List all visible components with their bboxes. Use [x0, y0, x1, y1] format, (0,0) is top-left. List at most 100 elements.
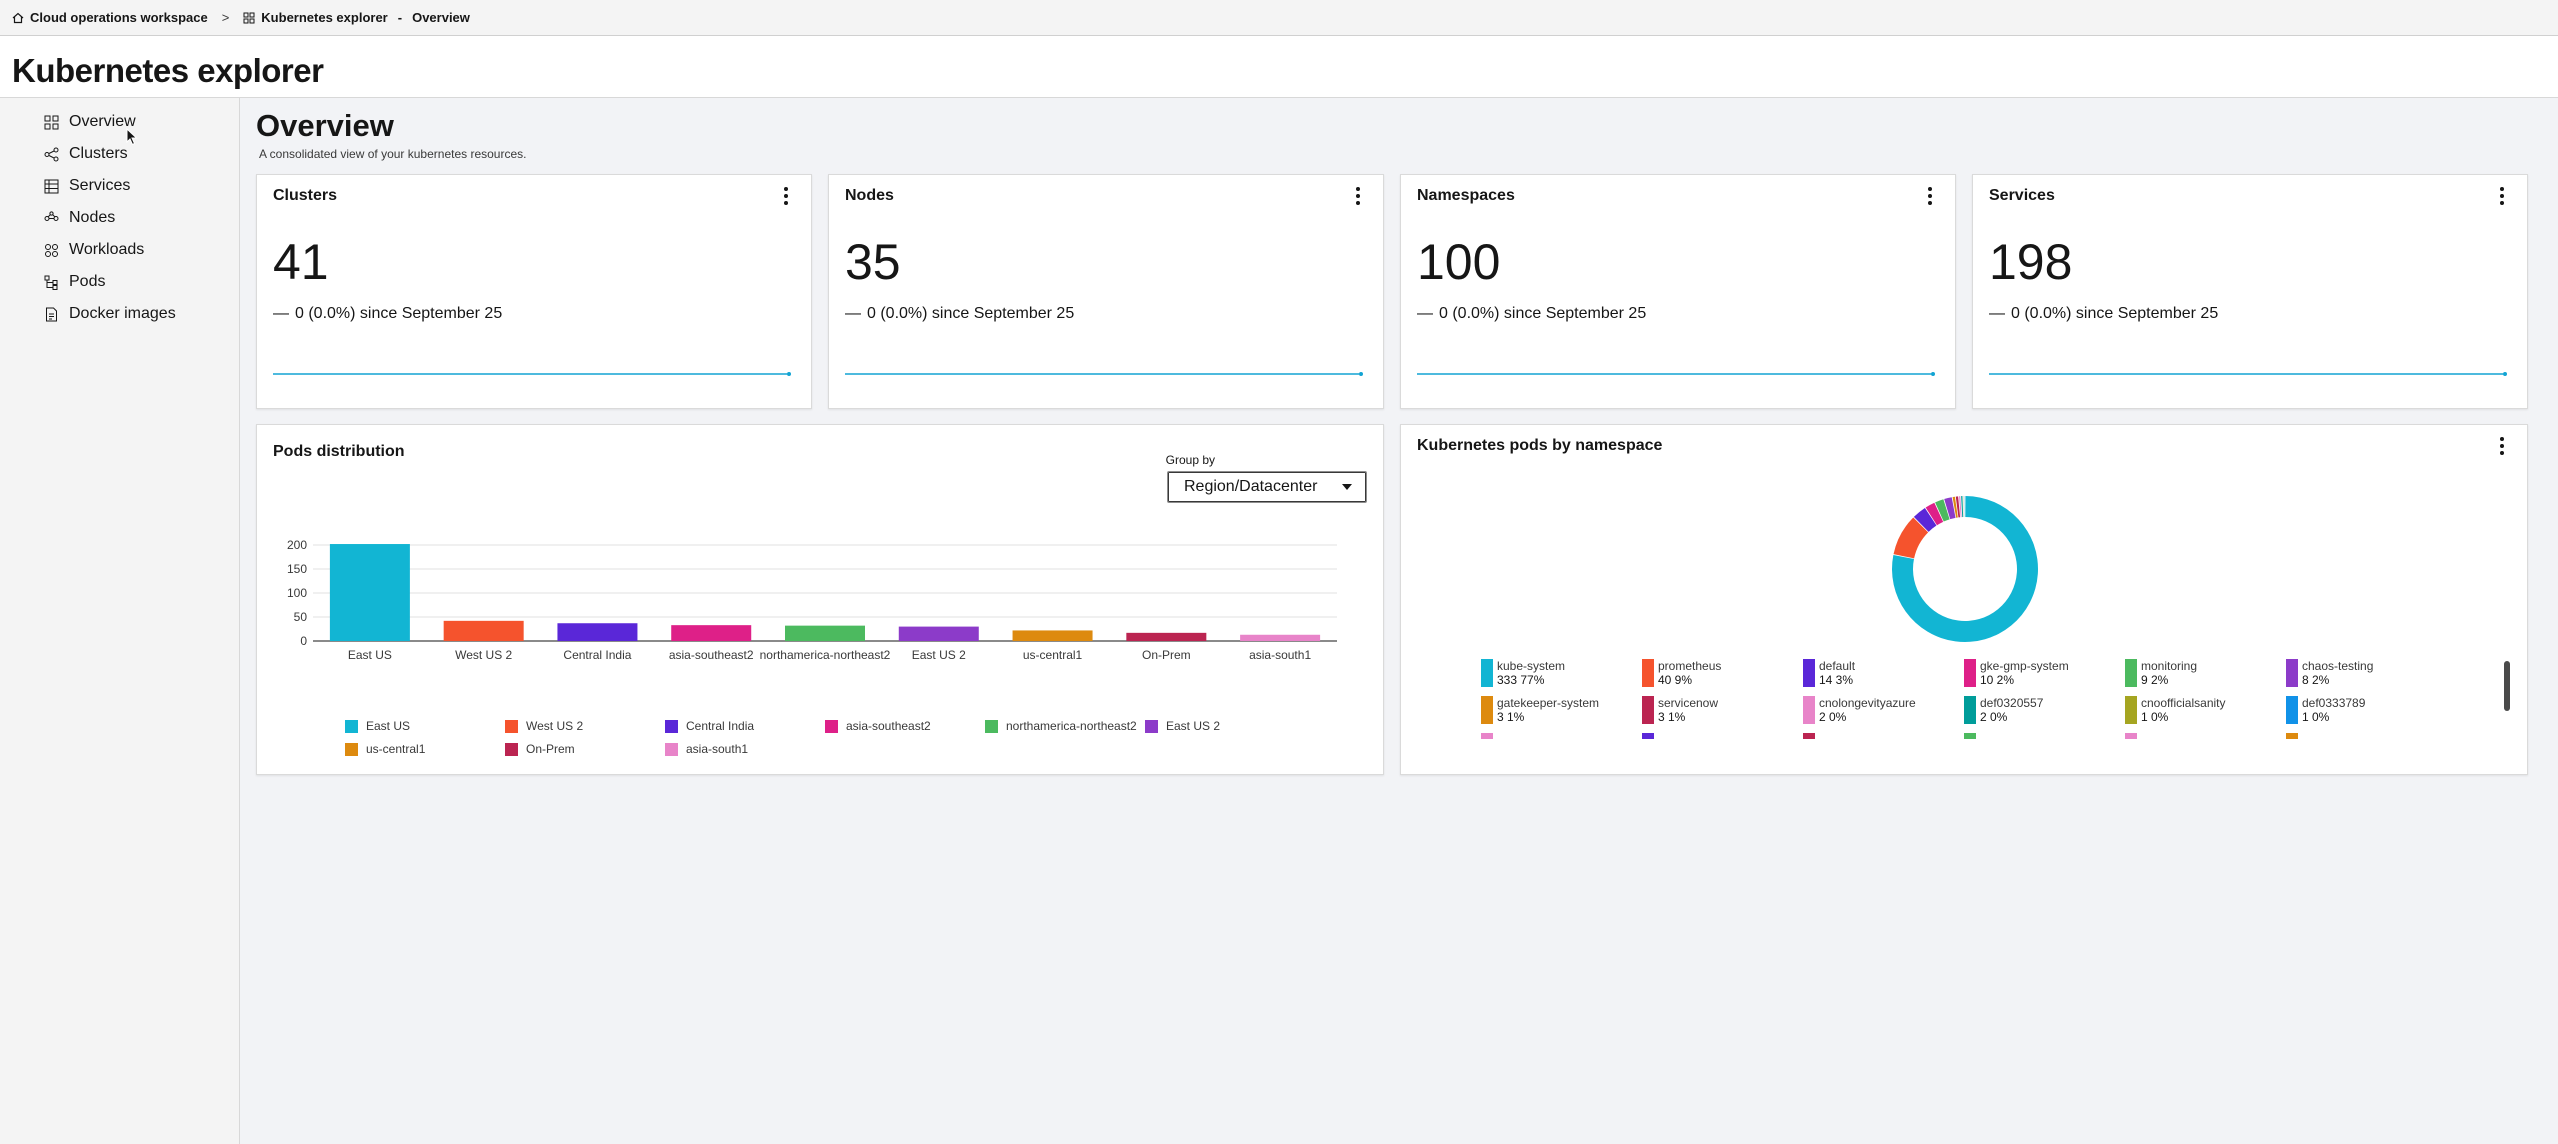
legend-label: chaos-testing	[2302, 659, 2374, 673]
metric-card-services: Services 198 — 0 (0.0%) since September 2…	[1972, 174, 2528, 409]
x-tick-label: asia-south1	[1249, 648, 1311, 662]
legend-item[interactable]: On-Prem	[505, 742, 575, 756]
overflow-menu-icon[interactable]	[1355, 187, 1361, 205]
legend-item[interactable]: East US 2	[1145, 719, 1220, 733]
legend-item[interactable]: northamerica-northeast2	[985, 719, 1137, 733]
sidebar-item-label: Pods	[69, 273, 106, 290]
sidebar-item-label: Workloads	[69, 241, 145, 258]
metric-change: — 0 (0.0%) since September 25	[1417, 305, 1646, 323]
sidebar-item-docker-images[interactable]: Docker images	[44, 302, 176, 326]
legend-item[interactable]: gke-gmp-system 10 2%	[1964, 659, 2114, 687]
breadcrumb-home-label: Cloud operations workspace	[30, 10, 208, 25]
legend-item[interactable]: chaos-testing 8 2%	[2286, 659, 2436, 687]
bar[interactable]	[443, 620, 524, 641]
card-title: Namespaces	[1417, 187, 1515, 204]
sidebar-item-services[interactable]: Services	[44, 174, 130, 198]
overflow-menu-icon[interactable]	[1927, 187, 1933, 205]
legend-item[interactable]: def0320557 2 0%	[1964, 696, 2114, 724]
legend-swatch	[825, 719, 838, 733]
page-title: Overview	[256, 108, 394, 143]
legend-label: cnolongevityazure	[1819, 696, 1916, 710]
legend-item[interactable]: kube-system 333 77%	[1481, 659, 1631, 687]
card-title: Nodes	[845, 187, 894, 204]
legend-label: asia-southeast2	[846, 719, 931, 733]
sidebar-item-pods[interactable]: Pods	[44, 270, 105, 294]
legend-scrollbar[interactable]	[2504, 661, 2510, 711]
legend-item[interactable]: servicenow 3 1%	[1642, 696, 1792, 724]
grid-icon	[44, 115, 59, 129]
donut-slice[interactable]	[1961, 496, 1964, 518]
sidebar-item-clusters[interactable]: Clusters	[44, 142, 128, 166]
legend-swatch	[665, 719, 678, 733]
metric-value: 35	[845, 234, 901, 290]
home-icon	[12, 12, 24, 23]
metric-card-namespaces: Namespaces 100 — 0 (0.0%) since September…	[1400, 174, 1956, 409]
legend-swatch	[2125, 659, 2137, 687]
bar[interactable]	[1012, 630, 1093, 641]
breadcrumb-home[interactable]: Cloud operations workspace	[12, 10, 208, 25]
legend-label: servicenow	[1658, 696, 1719, 710]
grid-icon	[243, 12, 255, 23]
bar[interactable]	[1126, 632, 1207, 641]
legend-label: northamerica-northeast2	[1006, 719, 1137, 733]
namespace-donut-chart	[1892, 496, 2038, 642]
overflow-menu-icon[interactable]	[2499, 437, 2505, 455]
app-header: Kubernetes explorer	[0, 36, 2558, 98]
no-change-icon: —	[273, 305, 289, 322]
card-title: Clusters	[273, 187, 338, 204]
bar[interactable]	[671, 625, 752, 641]
table-icon	[44, 179, 59, 193]
legend-item[interactable]: monitoring 9 2%	[2125, 659, 2275, 687]
metric-value: 100	[1417, 234, 1501, 290]
breadcrumb-current[interactable]: Kubernetes explorer - Overview	[243, 10, 470, 25]
legend-item[interactable]: East US	[345, 719, 410, 733]
bar[interactable]	[898, 626, 979, 641]
legend-item[interactable]: West US 2	[505, 719, 583, 733]
y-tick-label: 0	[300, 634, 307, 648]
legend-value: 10 2%	[1980, 673, 2015, 687]
legend-swatch	[2125, 733, 2137, 739]
legend-item[interactable]: cnoofficialsanity 1 0%	[2125, 696, 2275, 724]
metric-change-text: 0 (0.0%) since September 25	[295, 305, 503, 322]
legend-swatch	[1481, 659, 1493, 687]
legend-item[interactable]: prometheus 40 9%	[1642, 659, 1792, 687]
bar[interactable]	[785, 625, 865, 641]
breadcrumb-dot: -	[397, 10, 403, 25]
sidebar-item-overview[interactable]: Overview	[44, 110, 136, 134]
bar[interactable]	[329, 544, 410, 641]
bar[interactable]	[1240, 634, 1321, 641]
donut-slice[interactable]	[1892, 496, 2038, 642]
legend-value: 3 1%	[1658, 710, 1686, 724]
legend-label: East US 2	[1166, 719, 1221, 733]
y-tick-label: 100	[287, 586, 307, 600]
legend-item[interactable]: Central India	[665, 719, 754, 733]
legend-item[interactable]: gatekeeper-system 3 1%	[1481, 696, 1631, 724]
legend-swatch	[985, 719, 998, 733]
bar[interactable]	[557, 623, 638, 641]
legend-item[interactable]: def0333789 1 0%	[2286, 696, 2436, 724]
legend-item[interactable]: cnolongevityazure 2 0%	[1803, 696, 1953, 724]
donut-slice[interactable]	[1963, 496, 1964, 518]
legend-swatch	[1145, 719, 1158, 733]
legend-item[interactable]: us-central1	[345, 742, 425, 756]
legend-item[interactable]: asia-southeast2	[825, 719, 931, 733]
sidebar-item-nodes[interactable]: Nodes	[44, 206, 115, 230]
legend-value: 1 0%	[2141, 710, 2169, 724]
no-change-icon: —	[1989, 305, 2005, 322]
x-tick-label: East US	[348, 648, 392, 662]
overflow-menu-icon[interactable]	[2499, 187, 2505, 205]
y-tick-label: 150	[287, 562, 307, 576]
groupby-dropdown[interactable]: Region/Datacenter	[1167, 471, 1367, 503]
legend-label: East US	[366, 719, 411, 733]
sidebar-item-workloads[interactable]: Workloads	[44, 238, 144, 262]
card-title: Kubernetes pods by namespace	[1417, 437, 1663, 454]
sidebar-item-label: Nodes	[69, 209, 116, 226]
tree-icon	[44, 275, 58, 290]
legend-item[interactable]: asia-south1	[665, 742, 748, 756]
legend-swatch	[1642, 733, 1654, 739]
breadcrumb: Cloud operations workspace > Kubernetes …	[0, 0, 2558, 36]
overflow-menu-icon[interactable]	[783, 187, 789, 205]
y-tick-label: 50	[294, 610, 308, 624]
legend-item[interactable]: default 14 3%	[1803, 659, 1953, 687]
no-change-icon: —	[845, 305, 861, 322]
